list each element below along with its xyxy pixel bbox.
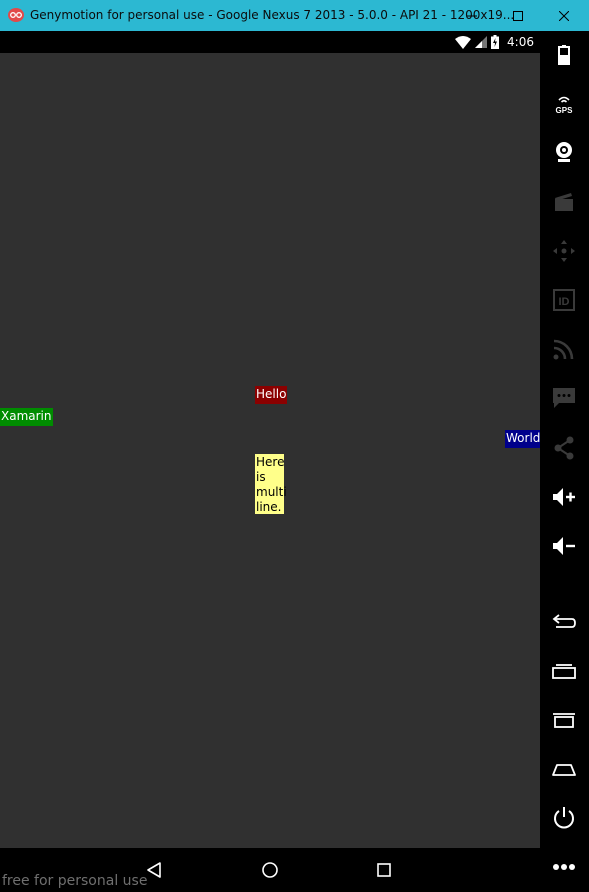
- nav-recent-button[interactable]: [372, 860, 396, 880]
- maximize-button[interactable]: [495, 0, 541, 31]
- back-tool-button[interactable]: [550, 608, 578, 636]
- battery-tool-button[interactable]: [550, 41, 578, 69]
- power-tool-icon: [554, 807, 574, 829]
- svg-text:ID: ID: [559, 296, 570, 308]
- maximize-icon: [513, 10, 523, 21]
- recent-tool-icon: [552, 664, 576, 679]
- webcam-tool-button[interactable]: [550, 138, 578, 166]
- device-id-tool-icon: ID: [553, 289, 575, 311]
- watermark-text: free for personal use: [2, 873, 148, 889]
- media-tool-icon: [555, 193, 573, 211]
- nav-home-button[interactable]: [258, 860, 282, 880]
- cast-tool-button[interactable]: [550, 335, 578, 363]
- genymotion-toolbar: GPS ID: [540, 31, 589, 892]
- hello-label: Hello: [255, 386, 288, 404]
- menu-tool-icon: [553, 713, 575, 728]
- volume-up-tool-icon: [553, 488, 575, 506]
- gps-tool-icon: GPS: [556, 96, 574, 115]
- volume-up-tool-button[interactable]: [550, 483, 578, 511]
- device-id-tool-button[interactable]: ID: [550, 286, 578, 314]
- recent-apps-icon: [377, 863, 391, 877]
- home-tool-icon: [552, 764, 576, 776]
- volume-down-tool-icon: [553, 537, 575, 555]
- gps-tool-button[interactable]: GPS: [550, 90, 578, 118]
- status-time: 4:06: [507, 35, 534, 49]
- window-titlebar[interactable]: Genymotion for personal use - Google Nex…: [0, 0, 589, 31]
- window-title: Genymotion for personal use - Google Nex…: [30, 8, 515, 22]
- multiline-label: Here is multi line.: [255, 454, 287, 514]
- genymotion-logo-icon: [8, 8, 24, 22]
- wifi-icon: [455, 35, 472, 49]
- android-statusbar: 4:06: [0, 31, 540, 53]
- back-icon: [147, 862, 161, 878]
- more-tool-button[interactable]: [550, 853, 578, 881]
- dpad-tool-icon: [553, 240, 575, 262]
- app-screen: Hello Xamarin World Here is multi line.: [0, 53, 542, 848]
- minimize-icon: [467, 15, 477, 16]
- back-tool-icon: [552, 614, 576, 628]
- world-label: World: [505, 430, 542, 448]
- power-tool-button[interactable]: [550, 804, 578, 832]
- close-button[interactable]: [541, 0, 587, 31]
- more-tool-icon: [553, 864, 575, 870]
- share-tool-icon: [554, 436, 574, 460]
- share-tool-button[interactable]: [550, 434, 578, 462]
- xamarin-label: Xamarin: [0, 408, 53, 426]
- sms-tool-icon: [553, 388, 575, 408]
- webcam-tool-icon: [556, 142, 572, 162]
- menu-tool-button[interactable]: [550, 706, 578, 734]
- status-icons: 4:06: [455, 34, 534, 50]
- close-icon: [559, 10, 569, 21]
- media-tool-button[interactable]: [550, 188, 578, 216]
- minimize-button[interactable]: [449, 0, 495, 31]
- svg-text:GPS: GPS: [556, 106, 574, 115]
- home-tool-button[interactable]: [550, 755, 578, 783]
- sms-tool-button[interactable]: [550, 384, 578, 412]
- recent-tool-button[interactable]: [550, 657, 578, 685]
- battery-tool-icon: [558, 45, 570, 65]
- android-navbar: free for personal use: [0, 848, 540, 892]
- home-icon: [262, 862, 278, 878]
- battery-charging-icon: [491, 35, 500, 49]
- cast-tool-icon: [553, 339, 574, 360]
- dpad-tool-button[interactable]: [550, 237, 578, 265]
- signal-icon: [475, 36, 488, 48]
- volume-down-tool-button[interactable]: [550, 532, 578, 560]
